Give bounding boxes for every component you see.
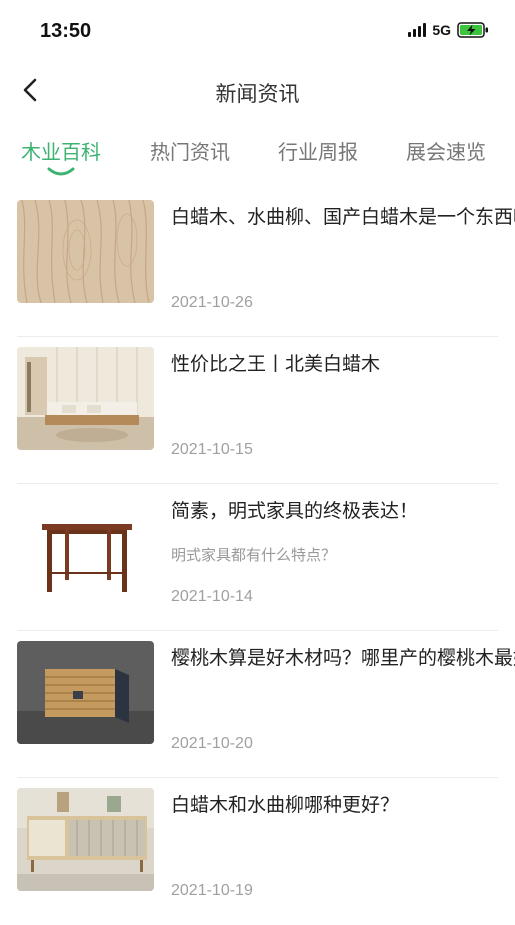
network-type: 5G [432, 22, 451, 38]
tab-label: 木业百科 [21, 140, 101, 164]
list-item[interactable]: 性价比之王丨北美白蜡木 2021-10-15 [0, 337, 515, 484]
page-title: 新闻资讯 [215, 82, 300, 106]
article-date: 2021-10-20 [171, 735, 253, 752]
tab-industry-weekly[interactable]: 行业周报 [278, 136, 358, 165]
list-item[interactable]: 白蜡木、水曲柳、国产白蜡木是一个东西吗？ 2021-10-26 [0, 190, 515, 337]
tab-label: 行业周报 [278, 140, 358, 164]
tab-label: 展会速览 [406, 140, 486, 164]
article-title: 简素，明式家具的终极表达！ [171, 500, 419, 522]
stacked-lumber-thumbnail [17, 641, 154, 744]
article-title: 白蜡木、水曲柳、国产白蜡木是一个东西吗？ [171, 206, 515, 228]
status-bar: 13:50 5G [0, 0, 515, 64]
category-tabs: 木业百科 热门资讯 行业周报 展会速览 [0, 128, 515, 178]
ming-style-table-thumbnail [17, 494, 154, 597]
article-date: 2021-10-15 [171, 441, 253, 458]
status-time: 13:50 [40, 20, 92, 42]
battery-charging-icon [457, 22, 488, 38]
article-date: 2021-10-26 [171, 294, 253, 311]
wood-grain-thumbnail [17, 200, 154, 303]
article-date: 2021-10-14 [171, 588, 253, 605]
nav-bar: 新闻资讯 [0, 64, 515, 118]
tab-hot-news[interactable]: 热门资讯 [150, 136, 230, 165]
chevron-left-icon [23, 78, 37, 102]
signal-bars-icon [408, 23, 427, 37]
living-room-sofa-thumbnail [17, 347, 154, 450]
article-title: 樱桃木算是好木材吗？哪里产的樱桃木最好？ [171, 647, 515, 669]
status-indicators: 5G [408, 22, 489, 38]
article-title: 性价比之王丨北美白蜡木 [171, 353, 381, 375]
tab-expo-overview[interactable]: 展会速览 [406, 136, 486, 165]
active-tab-indicator [47, 167, 75, 176]
tab-wood-encyclopedia[interactable]: 木业百科 [21, 136, 101, 176]
list-item[interactable]: 简素，明式家具的终极表达！ 明式家具都有什么特点？ 2021-10-14 [0, 484, 515, 631]
article-subtitle: 明式家具都有什么特点？ [171, 546, 337, 564]
back-button[interactable] [14, 74, 46, 106]
article-title: 白蜡木和水曲柳哪种更好？ [171, 794, 400, 816]
list-item[interactable]: 白蜡木和水曲柳哪种更好？ 2021-10-19 [0, 778, 515, 925]
tab-label: 热门资讯 [150, 140, 230, 164]
list-item[interactable]: 樱桃木算是好木材吗？哪里产的樱桃木最好？ 2021-10-20 [0, 631, 515, 778]
tv-cabinet-thumbnail [17, 788, 154, 891]
article-date: 2021-10-19 [171, 882, 253, 899]
